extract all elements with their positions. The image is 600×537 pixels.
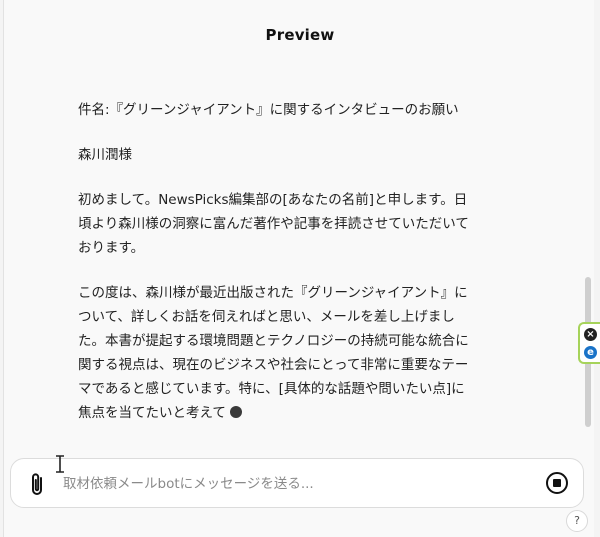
streaming-indicator-icon xyxy=(229,406,242,418)
extension-e-icon[interactable]: e xyxy=(584,346,597,359)
email-paragraph-2: この度は、森川様が最近出版された『グリーンジャイアント』について、詳しくお話を伺… xyxy=(78,281,478,425)
panel-divider xyxy=(3,0,4,537)
email-subject: 件名:『グリーンジャイアント』に関するインタビューのお願い xyxy=(78,102,459,118)
message-input[interactable] xyxy=(61,471,525,497)
extension-close-icon[interactable]: × xyxy=(584,328,597,341)
help-button[interactable]: ? xyxy=(566,510,588,532)
stop-icon xyxy=(553,479,561,487)
text-cursor-icon xyxy=(56,455,64,473)
message-composer xyxy=(10,458,584,508)
paperclip-icon[interactable] xyxy=(27,472,49,498)
email-salutation: 森川潤様 xyxy=(78,147,132,163)
email-paragraph-1: 初めまして。NewsPicks編集部の[あなたの名前]と申します。日頃より森川様… xyxy=(78,192,469,256)
page-title: Preview xyxy=(265,26,335,44)
message-content: 件名:『グリーンジャイアント』に関するインタビューのお願い 森川潤様 初めまして… xyxy=(78,98,478,446)
app-window: Preview 件名:『グリーンジャイアント』に関するインタビューのお願い 森川… xyxy=(0,0,600,537)
extension-widget: × e xyxy=(578,322,600,364)
stop-button[interactable] xyxy=(546,472,568,494)
email-paragraph-2-text: この度は、森川様が最近出版された『グリーンジャイアント』について、詳しくお話を伺… xyxy=(78,285,469,421)
